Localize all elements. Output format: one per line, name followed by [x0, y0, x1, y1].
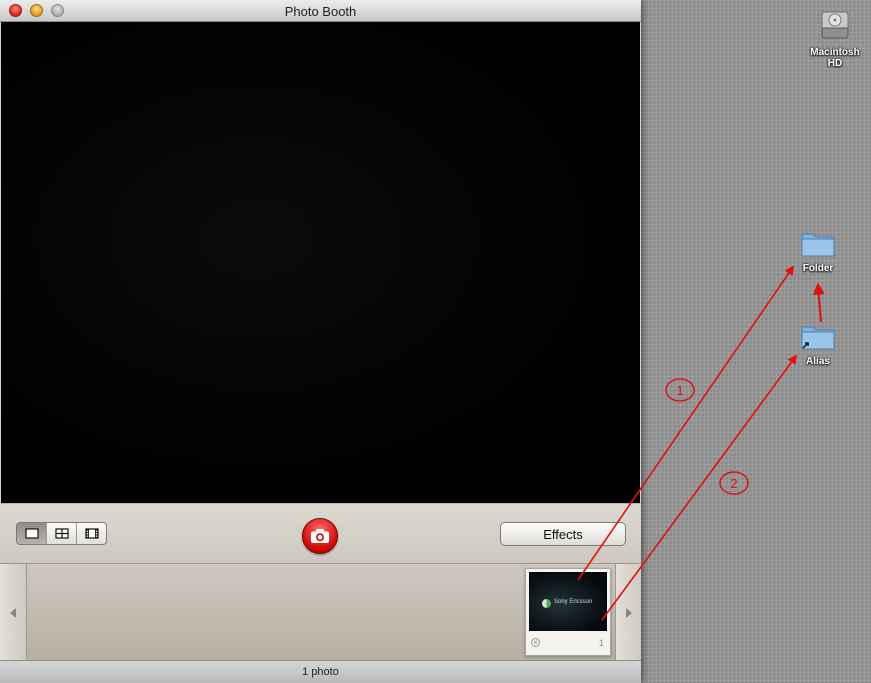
desktop-icon-label: Macintosh HD [810, 47, 860, 69]
step-1-circle [665, 378, 695, 402]
single-photo-icon [24, 528, 39, 539]
desktop-icon-folder[interactable]: Folder [792, 228, 844, 274]
scroll-right-button[interactable] [615, 564, 641, 661]
camera-preview [1, 22, 640, 503]
chevron-left-icon [10, 607, 16, 618]
scroll-left-button[interactable] [0, 564, 27, 661]
take-photo-button[interactable] [302, 518, 338, 554]
desktop-icon-macintosh-hd[interactable]: Macintosh HD [800, 8, 870, 69]
film-strip-icon [84, 528, 99, 539]
sony-ericsson-logo-icon [542, 599, 551, 608]
effects-button[interactable]: Effects [500, 522, 626, 546]
window-title: Photo Booth [284, 4, 357, 19]
photo-booth-window: Photo Booth Effects Sony Ericsson × 1 1 … [0, 0, 641, 683]
photo-strip: Sony Ericsson × 1 [0, 563, 641, 661]
step-1-label: 1 [676, 383, 683, 398]
desktop-icon-label: Folder [802, 263, 834, 274]
camera-icon [311, 529, 329, 543]
desktop-icon-label: Alias [806, 356, 830, 367]
single-photo-mode-button[interactable] [17, 523, 47, 544]
annotation-arrow-3 [812, 282, 825, 323]
status-bar: 1 photo [0, 660, 641, 683]
thumbnail-number: 1 [598, 638, 604, 648]
photo-thumbnail[interactable]: Sony Ericsson × 1 [525, 568, 611, 656]
chevron-right-icon [626, 607, 632, 618]
folder-icon [801, 233, 835, 257]
movie-clip-mode-button[interactable] [77, 523, 106, 544]
desktop-icon-alias[interactable]: Alias [792, 321, 844, 367]
title-bar[interactable]: Photo Booth [0, 0, 641, 22]
capture-mode-selector [16, 522, 107, 545]
thumbnail-brand-text: Sony Ericsson [554, 599, 593, 605]
hard-drive-icon [821, 11, 849, 39]
four-up-grid-icon [54, 528, 69, 539]
thumbnail-image: Sony Ericsson [529, 572, 607, 631]
step-2-label: 2 [730, 476, 737, 491]
delete-thumbnail-icon[interactable]: × [531, 638, 540, 647]
step-2-circle [719, 471, 749, 495]
folder-alias-icon [801, 326, 835, 350]
controls-bar: Effects [0, 503, 641, 564]
four-photos-mode-button[interactable] [47, 523, 77, 544]
